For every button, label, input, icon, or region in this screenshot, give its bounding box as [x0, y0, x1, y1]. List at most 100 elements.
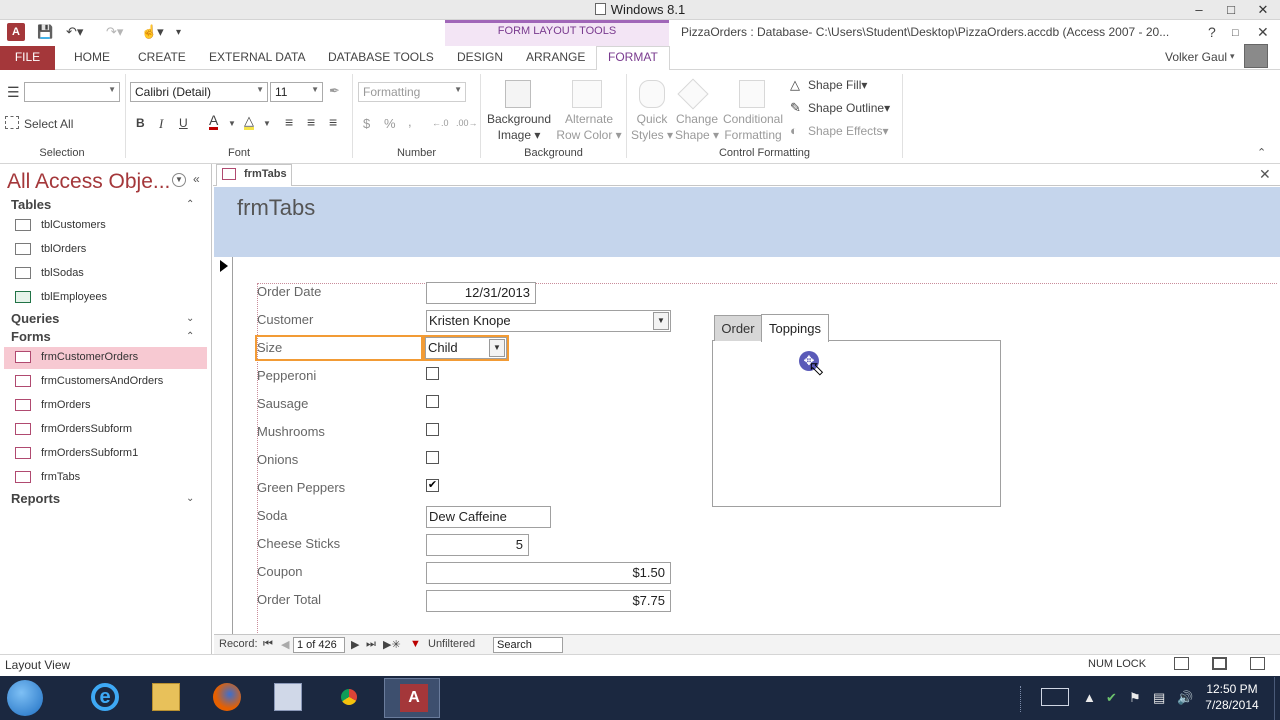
- shutter-bar-close-icon[interactable]: «: [193, 172, 200, 186]
- pepperoni-label[interactable]: Pepperoni: [257, 368, 316, 383]
- user-menu-chevron-icon[interactable]: ▾: [1230, 51, 1235, 62]
- nav-pane-menu-icon[interactable]: ▼: [172, 173, 186, 187]
- shape-outline-button[interactable]: Shape Outline▾: [808, 101, 890, 115]
- nav-item-frmorders[interactable]: frmOrders: [4, 395, 207, 417]
- tab-format[interactable]: FORMAT: [608, 50, 658, 64]
- user-name[interactable]: Volker Gaul: [1165, 50, 1227, 64]
- mushrooms-label[interactable]: Mushrooms: [257, 424, 325, 439]
- number-format-combo[interactable]: Formatting ▼: [358, 82, 466, 102]
- nav-item-frmcustomerorders[interactable]: frmCustomerOrders: [4, 347, 207, 369]
- soda-label[interactable]: Soda: [257, 508, 287, 523]
- tab-toppings[interactable]: Toppings: [761, 314, 829, 342]
- green-peppers-label[interactable]: Green Peppers: [257, 480, 345, 495]
- shape-fill-icon[interactable]: △: [790, 77, 800, 93]
- minimize-button[interactable]: –: [1183, 0, 1215, 20]
- maximize-button[interactable]: □: [1215, 0, 1247, 20]
- italic-button[interactable]: I: [159, 116, 163, 132]
- form-view-icon[interactable]: [1174, 657, 1189, 670]
- tab-order[interactable]: Order: [714, 315, 762, 341]
- sausage-label[interactable]: Sausage: [257, 396, 308, 411]
- current-record-field[interactable]: 1 of 426: [293, 637, 345, 653]
- conditional-formatting-button[interactable]: Conditional Formatting: [720, 111, 786, 143]
- layout-view-icon[interactable]: [1212, 657, 1227, 670]
- taskbar-clock[interactable]: 12:50 PM 7/28/2014: [1190, 681, 1274, 713]
- comma-button[interactable]: ,: [408, 114, 412, 129]
- nav-group-queries[interactable]: Queries: [11, 311, 59, 326]
- collapse-chevron-icon[interactable]: ⌃: [186, 199, 194, 210]
- close-document-icon[interactable]: ✕: [1259, 166, 1271, 183]
- font-color-button[interactable]: A: [209, 113, 219, 130]
- new-record-icon[interactable]: ▶✳: [383, 638, 401, 651]
- collapse-chevron-icon[interactable]: ⌃: [186, 331, 194, 342]
- customer-combo[interactable]: Kristen Knope ▼: [426, 310, 671, 332]
- order-date-field[interactable]: 12/31/2013: [426, 282, 536, 304]
- order-total-field[interactable]: $7.75: [426, 590, 671, 612]
- nav-pane-title[interactable]: All Access Obje...: [7, 170, 170, 194]
- customize-qat-icon[interactable]: ▾: [176, 27, 181, 38]
- size-label[interactable]: Size: [257, 340, 282, 355]
- taskbar-firefox[interactable]: [198, 678, 254, 718]
- access-app-icon[interactable]: A: [7, 23, 25, 41]
- tab-external-data[interactable]: EXTERNAL DATA: [209, 50, 305, 64]
- nav-item-tblemployees[interactable]: tblEmployees: [4, 287, 207, 309]
- keyboard-icon[interactable]: [1041, 688, 1069, 706]
- font-color-dropdown-icon[interactable]: ▼: [228, 119, 236, 128]
- green-peppers-checkbox[interactable]: ✔: [426, 479, 439, 492]
- chevron-down-icon[interactable]: ▼: [653, 312, 669, 330]
- windows-start-icon[interactable]: [7, 680, 43, 716]
- nav-group-forms[interactable]: Forms: [11, 329, 51, 344]
- coupon-field[interactable]: $1.50: [426, 562, 671, 584]
- font-name-combo[interactable]: Calibri (Detail) ▼: [130, 82, 268, 102]
- nav-group-tables[interactable]: Tables: [11, 197, 51, 212]
- quick-styles-button[interactable]: Quick Styles ▾: [628, 111, 676, 143]
- taskbar-internet-explorer[interactable]: e: [76, 678, 132, 718]
- show-hidden-icons[interactable]: ▲: [1083, 690, 1096, 705]
- network-icon[interactable]: ▤: [1153, 690, 1165, 706]
- nav-item-frmorderssubform[interactable]: frmOrdersSubform: [4, 419, 207, 441]
- shape-effects-button[interactable]: Shape Effects▾: [808, 124, 889, 138]
- ribbon-display-icon[interactable]: □: [1232, 27, 1239, 39]
- align-center-icon[interactable]: ≡: [307, 114, 315, 130]
- tab-database-tools[interactable]: DATABASE TOOLS: [328, 50, 434, 64]
- document-tab-label[interactable]: frmTabs: [244, 168, 287, 180]
- nav-item-frmtabs[interactable]: frmTabs: [4, 467, 207, 489]
- pepperoni-checkbox[interactable]: [426, 367, 439, 380]
- close-button[interactable]: ✕: [1247, 0, 1279, 20]
- tab-arrange[interactable]: ARRANGE: [526, 50, 585, 64]
- bold-button[interactable]: B: [136, 116, 145, 130]
- conditional-formatting-icon[interactable]: [739, 80, 765, 108]
- tab-file[interactable]: FILE: [0, 46, 55, 70]
- background-image-icon[interactable]: [505, 80, 531, 108]
- fill-color-icon[interactable]: △: [244, 114, 254, 130]
- percent-button[interactable]: %: [384, 116, 396, 131]
- soda-field[interactable]: Dew Caffeine: [426, 506, 551, 528]
- tab-home[interactable]: HOME: [74, 50, 110, 64]
- quick-styles-icon[interactable]: [639, 80, 665, 108]
- currency-button[interactable]: $: [363, 116, 370, 131]
- increase-decimals-button[interactable]: ←.0: [432, 118, 449, 128]
- previous-record-icon[interactable]: ◀: [281, 638, 289, 651]
- sausage-checkbox[interactable]: [426, 395, 439, 408]
- action-center-flag-icon[interactable]: ⚑: [1129, 690, 1141, 706]
- expand-chevron-icon[interactable]: ⌄: [186, 493, 194, 504]
- nav-item-frmcustomersandorders[interactable]: frmCustomersAndOrders: [4, 371, 207, 393]
- onions-label[interactable]: Onions: [257, 452, 298, 467]
- onions-checkbox[interactable]: [426, 451, 439, 464]
- object-selector-combo[interactable]: ▼: [24, 82, 120, 102]
- order-date-label[interactable]: Order Date: [257, 284, 321, 299]
- mushrooms-checkbox[interactable]: [426, 423, 439, 436]
- nav-item-tblsodas[interactable]: tblSodas: [4, 263, 207, 285]
- select-all-button[interactable]: Select All: [24, 117, 73, 131]
- record-selector[interactable]: [214, 257, 233, 634]
- cheese-sticks-label[interactable]: Cheese Sticks: [257, 536, 340, 551]
- size-combo[interactable]: Child ▼: [425, 337, 507, 359]
- expand-chevron-icon[interactable]: ⌄: [186, 313, 194, 324]
- alternate-row-color-button[interactable]: Alternate Row Color ▾: [554, 111, 624, 143]
- security-icon[interactable]: ✔: [1106, 690, 1117, 706]
- filter-status[interactable]: Unfiltered: [428, 638, 475, 650]
- first-record-icon[interactable]: ⏮: [263, 638, 273, 651]
- tab-design[interactable]: DESIGN: [457, 50, 503, 64]
- help-button[interactable]: ?: [1208, 24, 1216, 40]
- design-view-icon[interactable]: [1250, 657, 1265, 670]
- tab-create[interactable]: CREATE: [138, 50, 186, 64]
